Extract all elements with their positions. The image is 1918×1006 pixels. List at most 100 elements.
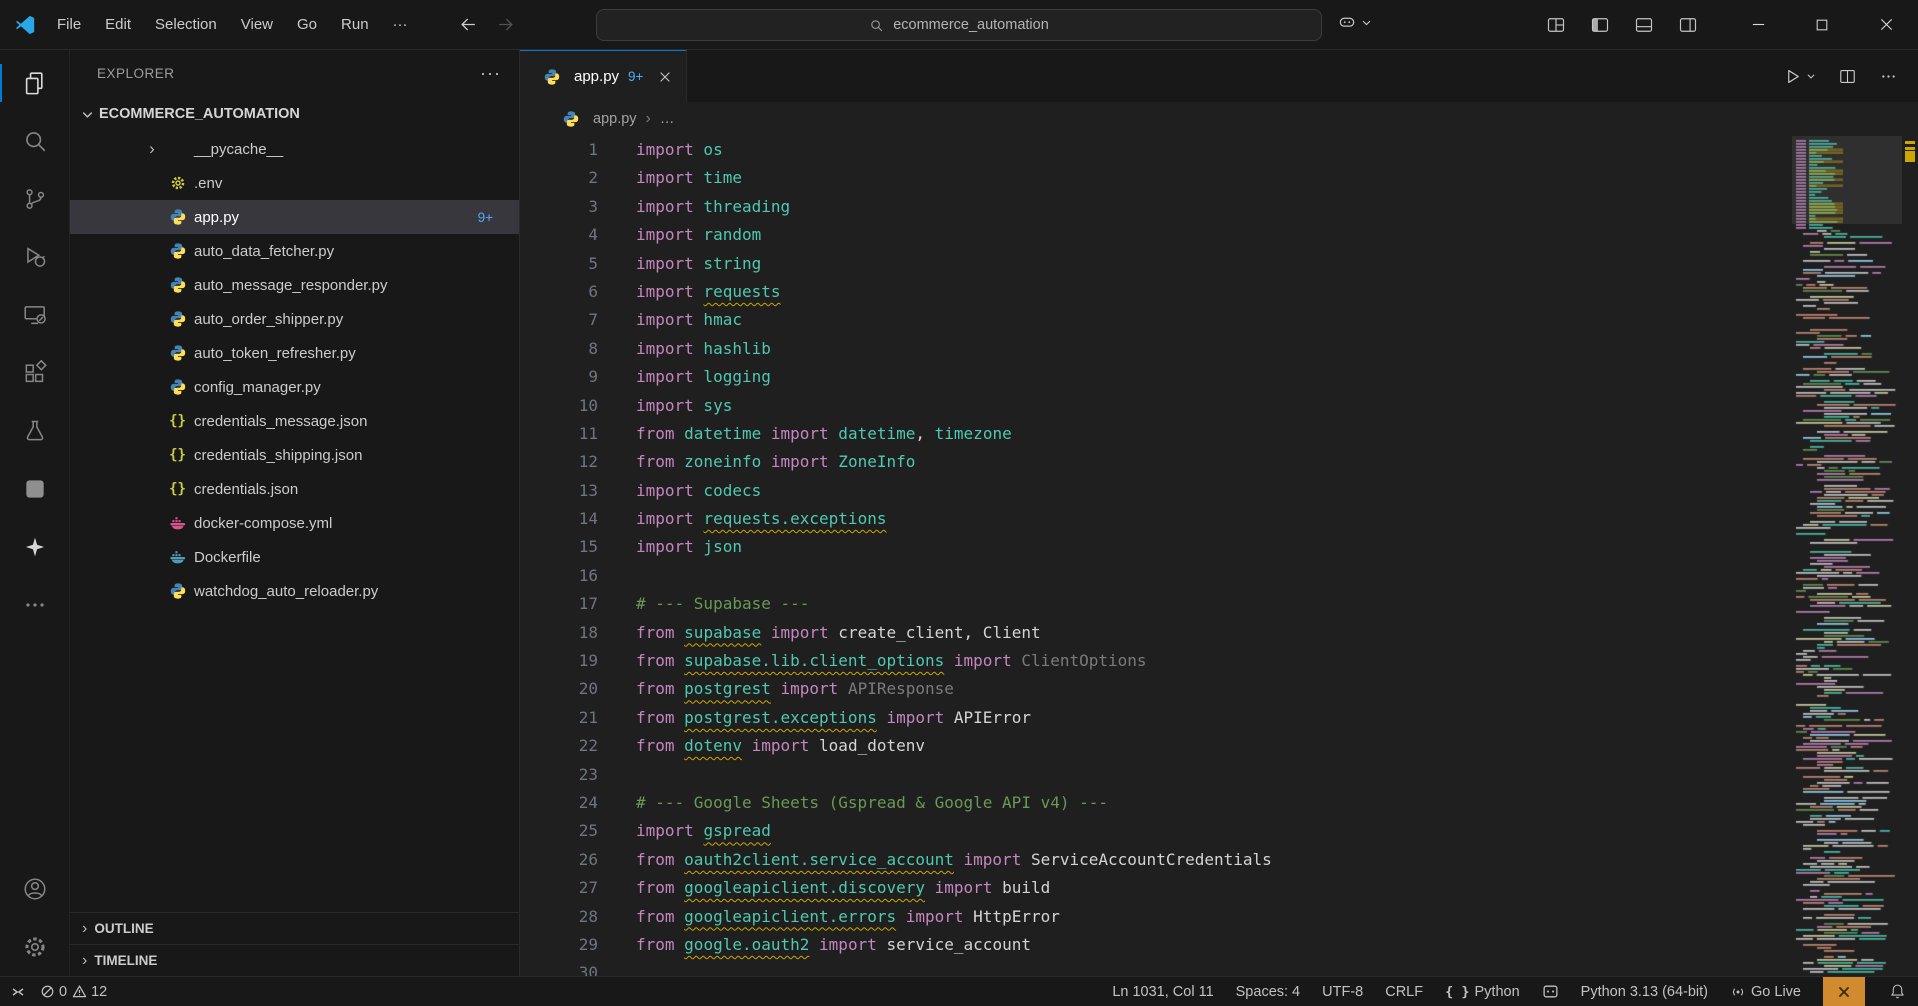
code-text[interactable]: import threading — [636, 193, 790, 221]
activity-testing[interactable] — [0, 402, 69, 460]
code-line-10[interactable]: 10 import sys — [520, 392, 1792, 420]
line-number[interactable]: 2 — [520, 164, 598, 192]
code-text[interactable]: from dotenv import load_dotenv — [636, 732, 925, 760]
code-text[interactable]: from googleapiclient.discovery import bu… — [636, 874, 1050, 902]
code-line-30[interactable]: 30 — [520, 959, 1792, 976]
breadcrumb-symbol[interactable]: … — [660, 111, 675, 127]
line-number[interactable]: 9 — [520, 363, 598, 391]
code-text[interactable]: import hmac — [636, 306, 742, 334]
code-line-21[interactable]: 21from postgrest.exceptions import APIEr… — [520, 704, 1792, 732]
explorer-more-actions[interactable]: ··· — [480, 63, 501, 84]
code-line-3[interactable]: 3 import threading — [520, 193, 1792, 221]
file-item-credentials_shipping.json[interactable]: {}credentials_shipping.json — [70, 438, 519, 472]
remote-indicator[interactable] — [10, 984, 26, 1000]
code-text[interactable]: from datetime import datetime, timezone — [636, 420, 1012, 448]
line-number[interactable]: 18 — [520, 619, 598, 647]
line-number[interactable]: 20 — [520, 675, 598, 703]
code-line-12[interactable]: 12from zoneinfo import ZoneInfo — [520, 448, 1792, 476]
code-line-25[interactable]: 25 import gspread — [520, 817, 1792, 845]
python-interpreter-status[interactable]: Python 3.13 (64-bit) — [1581, 984, 1708, 1000]
line-number[interactable]: 1 — [520, 136, 598, 164]
maximize-button[interactable] — [1790, 0, 1854, 49]
code-text[interactable]: import sys — [636, 392, 732, 420]
code-line-19[interactable]: 19from supabase.lib.client_options impor… — [520, 647, 1792, 675]
timeline-section[interactable]: › TIMELINE — [70, 944, 519, 976]
copilot-button[interactable] — [1337, 12, 1372, 32]
menu-go[interactable]: Go — [286, 11, 328, 38]
file-item-app.py[interactable]: app.py9+ — [70, 200, 519, 234]
code-line-4[interactable]: 4import random — [520, 221, 1792, 249]
close-window-button[interactable] — [1854, 0, 1918, 49]
code-line-23[interactable]: 23 — [520, 761, 1792, 789]
line-number[interactable]: 10 — [520, 392, 598, 420]
run-python-file-button[interactable] — [1784, 67, 1816, 86]
minimap-slider[interactable] — [1792, 136, 1902, 224]
menu-view[interactable]: View — [230, 11, 284, 38]
file-item-credentials_message.json[interactable]: {}credentials_message.json — [70, 404, 519, 438]
line-number[interactable]: 28 — [520, 903, 598, 931]
code-line-8[interactable]: 8import hashlib — [520, 335, 1792, 363]
code-line-24[interactable]: 24 # --- Google Sheets (Gspread & Google … — [520, 789, 1792, 817]
code-line-9[interactable]: 9import logging — [520, 363, 1792, 391]
activity-extensions[interactable] — [0, 344, 69, 402]
activity-explorer[interactable] — [0, 54, 69, 112]
code-line-26[interactable]: 26from oauth2client.service_account impo… — [520, 846, 1792, 874]
line-number[interactable]: 30 — [520, 959, 598, 976]
line-number[interactable]: 24 — [520, 789, 598, 817]
code-line-22[interactable]: 22from dotenv import load_dotenv — [520, 732, 1792, 760]
code-text[interactable]: from postgrest import APIResponse — [636, 675, 954, 703]
code-text[interactable]: from google.oauth2 import service_accoun… — [636, 931, 1031, 959]
cursor-position[interactable]: Ln 1031, Col 11 — [1112, 984, 1213, 1000]
code-text[interactable]: import string — [636, 250, 761, 278]
line-number[interactable]: 16 — [520, 562, 598, 590]
file-item-auto_message_responder.py[interactable]: auto_message_responder.py — [70, 268, 519, 302]
file-item-watchdog_auto_reloader.py[interactable]: watchdog_auto_reloader.py — [70, 574, 519, 608]
file-item-auto_order_shipper.py[interactable]: auto_order_shipper.py — [70, 302, 519, 336]
menu-edit[interactable]: Edit — [94, 11, 142, 38]
file-item-credentials.json[interactable]: {}credentials.json — [70, 472, 519, 506]
code-text[interactable]: import codecs — [636, 477, 761, 505]
minimize-button[interactable] — [1726, 0, 1790, 49]
line-number[interactable]: 4 — [520, 221, 598, 249]
activity-run-debug[interactable] — [0, 228, 69, 286]
code-line-28[interactable]: 28 from googleapiclient.errors import Htt… — [520, 903, 1792, 931]
command-center-search[interactable]: ecommerce_automation — [596, 9, 1322, 41]
line-number[interactable]: 29 — [520, 931, 598, 959]
line-number[interactable]: 26 — [520, 846, 598, 874]
line-number[interactable]: 6 — [520, 278, 598, 306]
breadcrumb-file[interactable]: app.py — [593, 111, 637, 127]
code-line-14[interactable]: 14import requests.exceptions — [520, 505, 1792, 533]
code-text[interactable]: from supabase import create_client, Clie… — [636, 619, 1041, 647]
menu-selection[interactable]: Selection — [144, 11, 228, 38]
line-number[interactable]: 3 — [520, 193, 598, 221]
line-number[interactable]: 19 — [520, 647, 598, 675]
file-item-__pycache__[interactable]: ›__pycache__ — [70, 132, 519, 166]
code-line-2[interactable]: 2import time — [520, 164, 1792, 192]
code-line-13[interactable]: 13import codecs — [520, 477, 1792, 505]
line-number[interactable]: 21 — [520, 704, 598, 732]
line-number[interactable]: 25 — [520, 817, 598, 845]
code-text[interactable]: import requests.exceptions — [636, 505, 886, 533]
activity-remote-explorer[interactable] — [0, 286, 69, 344]
code-text[interactable]: import json — [636, 533, 742, 561]
minimap[interactable] — [1792, 136, 1902, 976]
extension-status-button[interactable] — [1542, 983, 1559, 1000]
line-number[interactable]: 27 — [520, 874, 598, 902]
file-item-auto_data_fetcher.py[interactable]: auto_data_fetcher.py — [70, 234, 519, 268]
activity-ai-assistant[interactable] — [0, 518, 69, 576]
code-text[interactable]: from googleapiclient.errors import HttpE… — [636, 903, 1060, 931]
line-number[interactable]: 11 — [520, 420, 598, 448]
toggle-primary-sidebar-icon[interactable] — [1590, 15, 1610, 35]
activity-more[interactable] — [0, 576, 69, 634]
code-line-16[interactable]: 16 — [520, 562, 1792, 590]
menu-run[interactable]: Run — [330, 11, 380, 38]
overview-ruler[interactable] — [1902, 136, 1918, 976]
code-text[interactable]: # --- Google Sheets (Gspread & Google AP… — [636, 789, 1108, 817]
tools-status-button[interactable] — [1823, 977, 1865, 1006]
toggle-panel-icon[interactable] — [1634, 15, 1654, 35]
line-number[interactable]: 5 — [520, 250, 598, 278]
line-number[interactable]: 15 — [520, 533, 598, 561]
code-text[interactable]: # --- Supabase --- — [636, 590, 809, 618]
code-text[interactable]: import gspread — [636, 817, 771, 845]
activity-extension-custom[interactable] — [0, 460, 69, 518]
